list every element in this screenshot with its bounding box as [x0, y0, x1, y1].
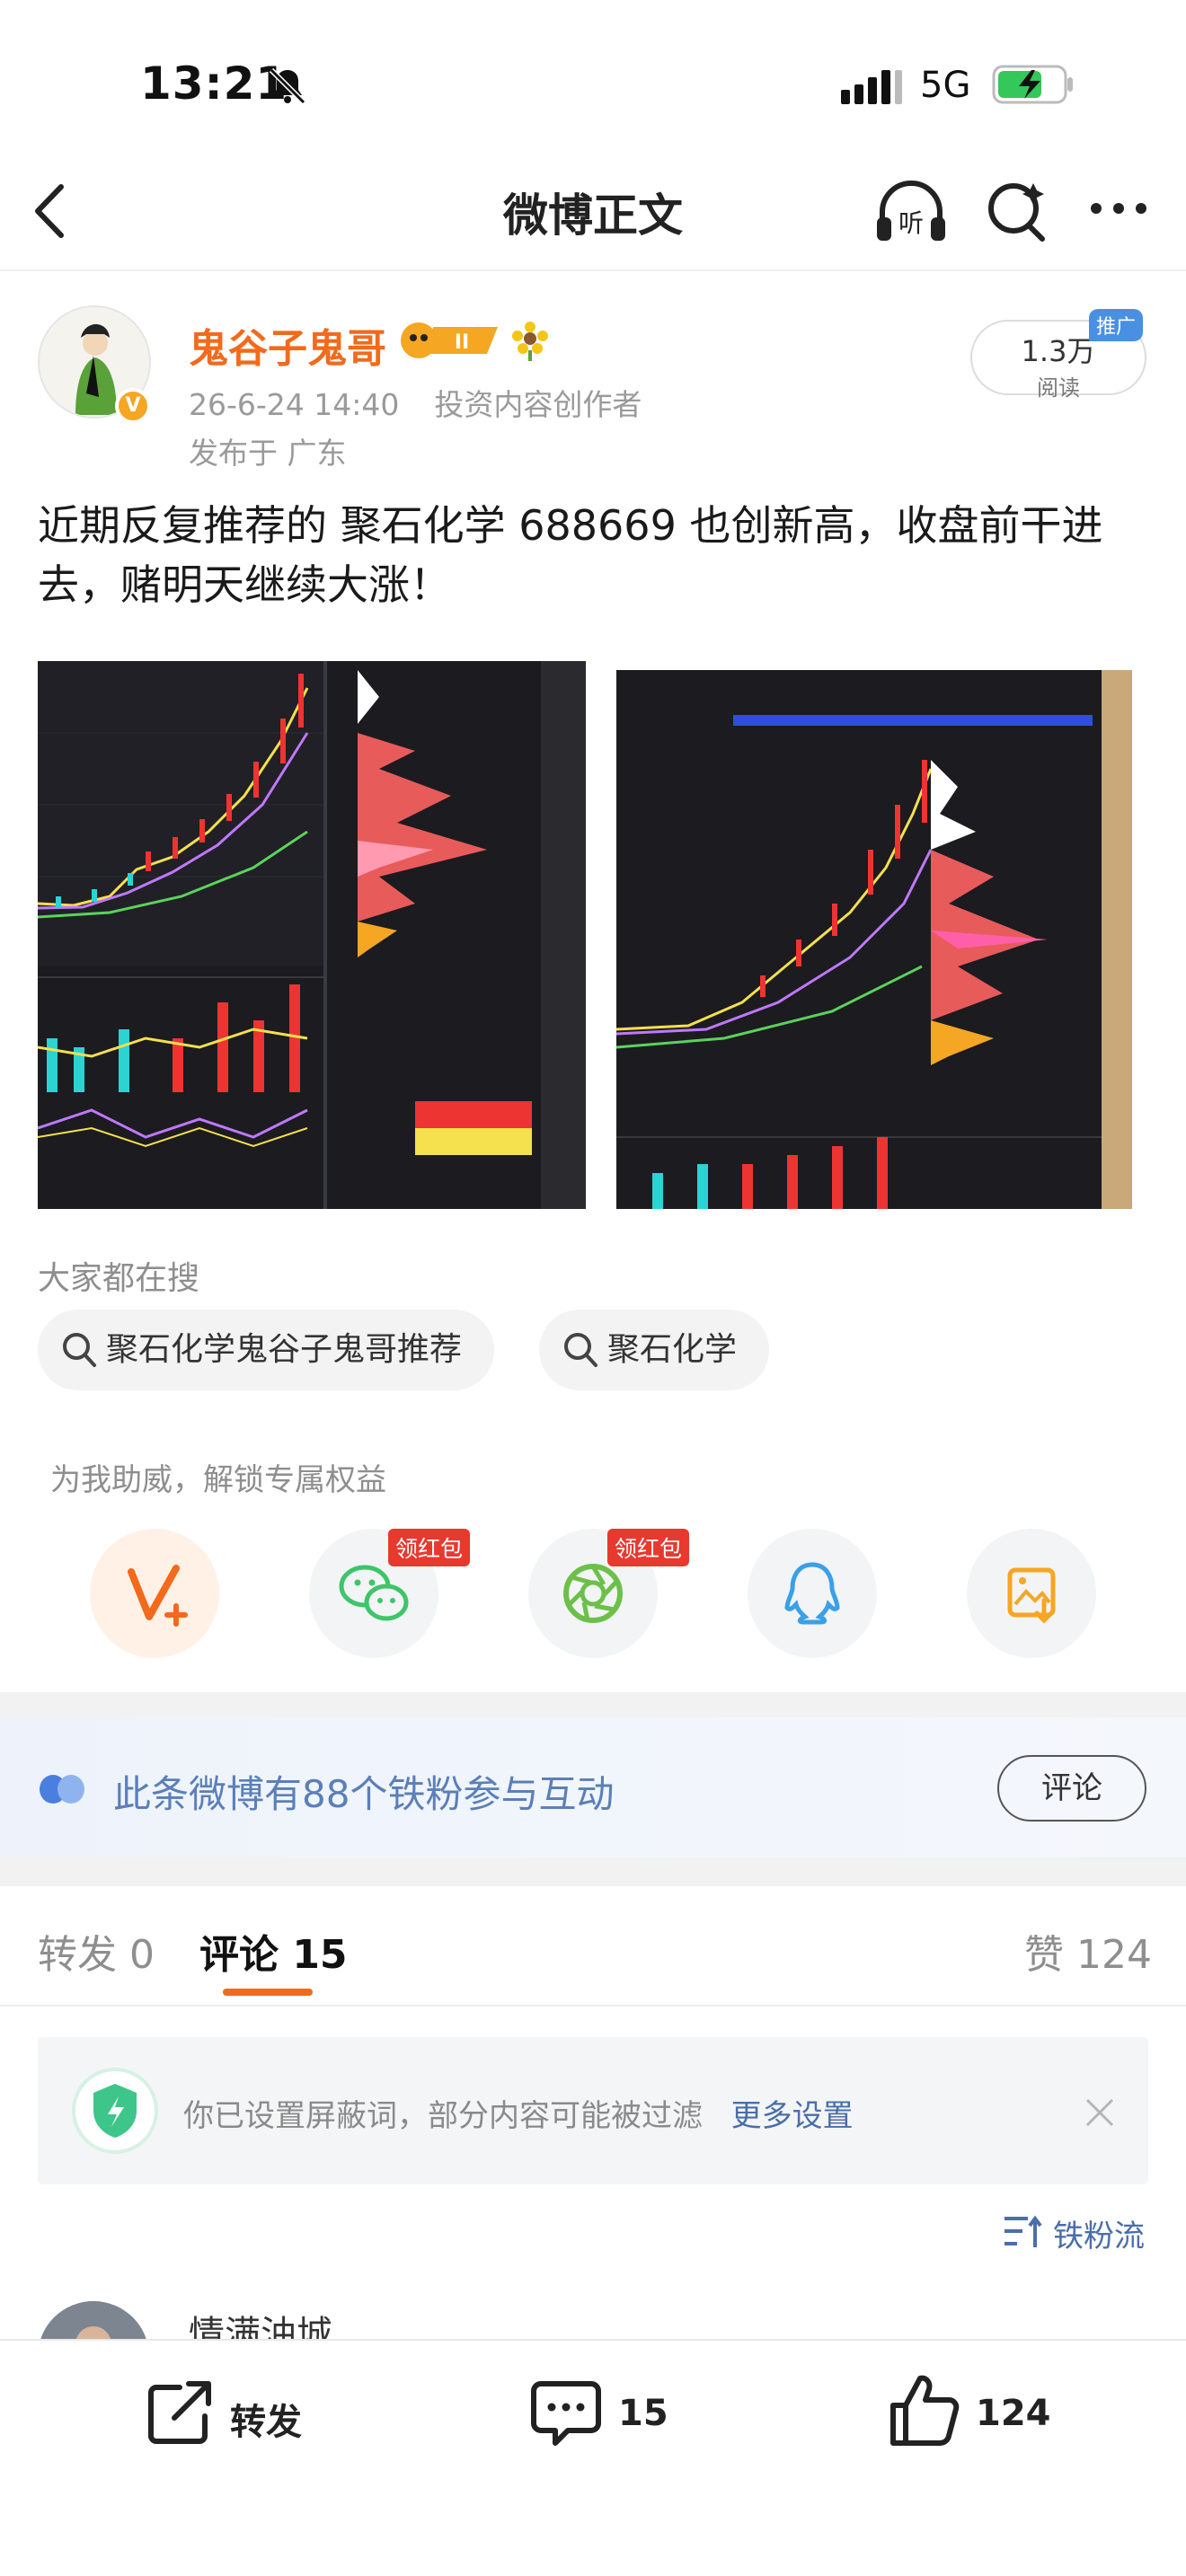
fan-comment-button[interactable]: 评论 — [997, 1755, 1146, 1822]
save-image-button[interactable] — [967, 1529, 1096, 1658]
sunflower-icon — [512, 322, 548, 361]
comment-icon[interactable] — [528, 2375, 604, 2450]
more-icon[interactable] — [1087, 199, 1150, 217]
tab-likes[interactable]: 赞 124 — [1024, 1922, 1152, 1980]
fan-icon — [40, 1775, 84, 1804]
search-chip[interactable]: 聚石化学鬼谷子鬼哥推荐 — [38, 1310, 495, 1390]
battery-icon — [992, 65, 1073, 104]
promo-tag[interactable]: 推广 — [1089, 309, 1144, 341]
repost-icon[interactable] — [144, 2377, 216, 2448]
qq-icon — [784, 1562, 840, 1625]
tab-repost[interactable]: 转发 0 — [38, 1922, 155, 1980]
post-image-2[interactable] — [616, 670, 1132, 1209]
boost-button[interactable] — [90, 1529, 219, 1658]
search-heading: 大家都在搜 — [38, 1260, 200, 1297]
search-icon — [63, 1333, 96, 1367]
author-role: 投资内容创作者 — [434, 387, 642, 422]
filter-notice-text: 你已设置屏蔽词，部分内容可能被过滤 更多设置 — [183, 2091, 854, 2135]
search-chip-label: 聚石化学鬼谷子鬼哥推荐 — [106, 1331, 463, 1368]
search-chip[interactable]: 聚石化学 — [539, 1310, 770, 1390]
search-icon — [564, 1333, 597, 1367]
signal-icon — [841, 70, 902, 104]
like-icon[interactable] — [886, 2371, 961, 2448]
search-chip-label: 聚石化学 — [607, 1331, 738, 1368]
filter-message: 你已设置屏蔽词，部分内容可能被过滤 — [183, 2098, 703, 2134]
network-type: 5G — [920, 65, 971, 106]
v-plus-icon — [128, 1565, 188, 1627]
sort-label[interactable]: 铁粉流 — [1053, 2211, 1145, 2255]
post-location: 发布于 广东 — [189, 436, 347, 471]
verified-badge: V — [115, 388, 151, 424]
boost-text: 为我助威，解锁专属权益 — [50, 1462, 386, 1498]
search-icon[interactable] — [985, 178, 1051, 244]
sort-icon[interactable] — [1003, 2213, 1042, 2249]
listen-icon[interactable]: 听 — [873, 178, 949, 248]
tabs-divider — [0, 2005, 1186, 2007]
shield-icon — [72, 2068, 158, 2154]
like-count[interactable]: 124 — [976, 2393, 1051, 2434]
author-name[interactable]: 鬼谷子鬼哥 — [189, 316, 386, 374]
repost-label[interactable]: 转发 — [230, 2393, 302, 2445]
close-icon[interactable] — [1084, 2096, 1116, 2129]
post-timestamp: 26-6-24 14:40 — [189, 387, 400, 422]
tab-comments[interactable]: 评论 15 — [199, 1922, 348, 1980]
section-divider — [0, 1857, 1186, 1886]
fan-interaction-text: 此条微博有88个铁粉参与互动 — [113, 1772, 615, 1816]
more-settings-link[interactable]: 更多设置 — [731, 2098, 854, 2134]
nav-divider — [0, 269, 1186, 271]
active-tab-indicator — [223, 1989, 313, 1996]
read-label: 阅读 — [1037, 375, 1080, 401]
save-image-icon — [1007, 1567, 1056, 1624]
svg-text:听: 听 — [898, 208, 924, 238]
post-meta: 26-6-24 14:40 投资内容创作者 — [189, 381, 642, 424]
red-packet-tag: 领红包 — [388, 1529, 471, 1566]
post-image-1[interactable] — [38, 661, 586, 1209]
stock-chart-photo — [38, 661, 586, 1209]
share-qq-button[interactable] — [748, 1529, 877, 1658]
red-packet-tag: 领红包 — [607, 1529, 690, 1566]
section-divider — [0, 1692, 1186, 1717]
mute-bell-icon — [269, 67, 306, 105]
comment-count[interactable]: 15 — [618, 2393, 668, 2434]
stock-chart-photo — [616, 670, 1132, 1209]
level-badge-icon: II — [401, 322, 498, 358]
svg-text:II: II — [455, 331, 469, 354]
post-text: 近期反复推荐的 聚石化学 688669 也创新高，收盘前干进去，赌明天继续大涨！ — [38, 501, 1103, 609]
